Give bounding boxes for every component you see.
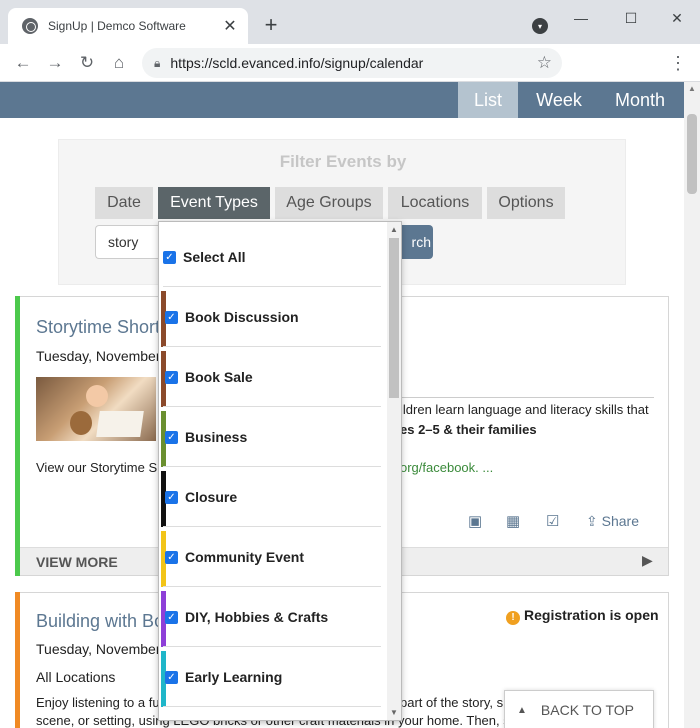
event-link[interactable]: org/facebook. ...: [400, 460, 493, 475]
view-list-button[interactable]: List: [458, 82, 518, 118]
view-month-button[interactable]: Month: [600, 82, 680, 118]
browser-tab-bar: SignUp | Demco Software ✕ + ▾ — ☐ ✕: [0, 0, 700, 44]
dropdown-item-community-event[interactable]: ✓ Community Event: [159, 527, 381, 587]
close-tab-icon[interactable]: ✕: [218, 14, 242, 38]
checkbox[interactable]: ✓: [165, 370, 178, 384]
tab-title: SignUp | Demco Software: [48, 19, 186, 33]
reload-icon[interactable]: ↻: [74, 50, 100, 76]
globe-icon: [22, 18, 38, 34]
info-icon: !: [506, 611, 520, 625]
search-input[interactable]: story: [95, 225, 161, 259]
browser-menu-icon[interactable]: ⋮: [666, 50, 690, 76]
page-scrollbar[interactable]: ▲: [684, 82, 700, 728]
back-arrow-icon[interactable]: ←: [10, 50, 36, 76]
event-description-line: part of the story, s: [400, 695, 504, 710]
view-switcher: List Week Month: [0, 82, 684, 118]
checkbox[interactable]: ✓: [165, 550, 178, 564]
home-icon[interactable]: ⌂: [106, 50, 132, 76]
checkbox[interactable]: ✓: [165, 310, 178, 324]
share-icon: ⇪: [586, 513, 602, 529]
dropdown-item-book-sale[interactable]: ✓ Book Sale: [159, 347, 381, 407]
share-button[interactable]: ⇪ Share: [586, 513, 639, 530]
item-label: Book Sale: [185, 369, 253, 385]
event-description: ildren learn language and literacy skill…: [400, 402, 649, 417]
event-title[interactable]: Storytime Short: [36, 317, 160, 338]
event-type-color-bar: [15, 296, 20, 576]
lock-icon: 🔒︎: [154, 55, 161, 70]
calendar-icon[interactable]: ▦: [506, 512, 520, 530]
divider: [400, 397, 654, 398]
window-close-icon[interactable]: ✕: [664, 8, 690, 28]
forward-arrow-icon[interactable]: →: [42, 50, 68, 76]
scroll-up-icon[interactable]: ▲: [688, 84, 696, 93]
back-to-top-button[interactable]: ▲ BACK TO TOP: [504, 690, 654, 728]
event-image: [36, 377, 156, 441]
browser-toolbar: ← → ↻ ⌂ 🔒︎ https://scld.evanced.info/sig…: [0, 44, 700, 82]
event-type-color-bar: [15, 592, 20, 728]
filter-tab-event-types[interactable]: Event Types: [158, 187, 270, 219]
dropdown-item-early-learning[interactable]: ✓ Early Learning: [159, 647, 381, 707]
triangle-right-icon: ▶: [642, 552, 653, 568]
view-more-label: VIEW MORE: [36, 554, 118, 570]
scrollbar-thumb[interactable]: [687, 114, 697, 194]
dropdown-scrollbar[interactable]: ▲ ▼: [387, 222, 401, 720]
event-view-text: View our Storytime Sl: [36, 460, 161, 475]
filter-tab-age-groups[interactable]: Age Groups: [275, 187, 383, 219]
item-label: Closure: [185, 489, 238, 505]
dropdown-item-select-all[interactable]: ✓ Select All: [159, 227, 381, 287]
checkbox[interactable]: ✓: [165, 610, 178, 624]
caret-up-icon: ▲: [517, 704, 527, 716]
filter-tab-date[interactable]: Date: [95, 187, 153, 219]
dropdown-item-diy-hobbies-crafts[interactable]: ✓ DIY, Hobbies & Crafts: [159, 587, 381, 647]
event-types-dropdown: ✓ Select All ✓ Book Discussion ✓ Book Sa…: [158, 221, 402, 721]
item-label: Community Event: [185, 549, 305, 565]
dropdown-item-book-discussion[interactable]: ✓ Book Discussion: [159, 287, 381, 347]
scroll-up-icon[interactable]: ▲: [390, 225, 398, 234]
item-label: Early Learning: [185, 669, 283, 685]
filter-tab-locations[interactable]: Locations: [388, 187, 482, 219]
checkbox[interactable]: ✓: [165, 430, 178, 444]
event-date: Tuesday, November (: [36, 348, 170, 364]
bookmark-star-icon[interactable]: ☆: [537, 53, 552, 73]
view-week-button[interactable]: Week: [520, 82, 598, 118]
registration-status: ! Registration is open: [506, 607, 659, 625]
profile-icon[interactable]: ▾: [532, 18, 548, 34]
divider: [163, 706, 381, 707]
item-label: Business: [185, 429, 248, 445]
item-label: DIY, Hobbies & Crafts: [185, 609, 329, 625]
checkbox[interactable]: ✓: [165, 490, 178, 504]
print-icon[interactable]: ▣: [468, 512, 482, 530]
checkbox[interactable]: ✓: [165, 670, 178, 684]
minimize-icon[interactable]: —: [568, 8, 594, 28]
browser-tab[interactable]: SignUp | Demco Software ✕: [8, 8, 248, 44]
url-text[interactable]: https://scld.evanced.info/signup/calenda…: [170, 55, 536, 71]
filter-title: Filter Events by: [279, 152, 407, 171]
new-tab-button[interactable]: +: [258, 12, 284, 38]
filter-tab-options[interactable]: Options: [487, 187, 565, 219]
dropdown-item-closure[interactable]: ✓ Closure: [159, 467, 381, 527]
dropdown-scrollbar-thumb[interactable]: [389, 238, 399, 398]
checkbox-icon[interactable]: ☑: [546, 512, 559, 530]
event-description-line: Enjoy listening to a fu: [36, 695, 160, 710]
checkbox[interactable]: ✓: [163, 250, 176, 264]
event-location: All Locations: [36, 669, 116, 685]
item-label: Book Discussion: [185, 309, 299, 325]
scroll-down-icon[interactable]: ▼: [390, 708, 398, 717]
event-title[interactable]: Building with Bo: [36, 611, 164, 632]
maximize-icon[interactable]: ☐: [618, 8, 644, 28]
event-date: Tuesday, November (: [36, 641, 170, 657]
address-bar[interactable]: 🔒︎ https://scld.evanced.info/signup/cale…: [142, 48, 562, 78]
dropdown-item-business[interactable]: ✓ Business: [159, 407, 381, 467]
event-age-groups: es 2–5 & their families: [400, 422, 537, 437]
item-label: Select All: [183, 249, 246, 265]
